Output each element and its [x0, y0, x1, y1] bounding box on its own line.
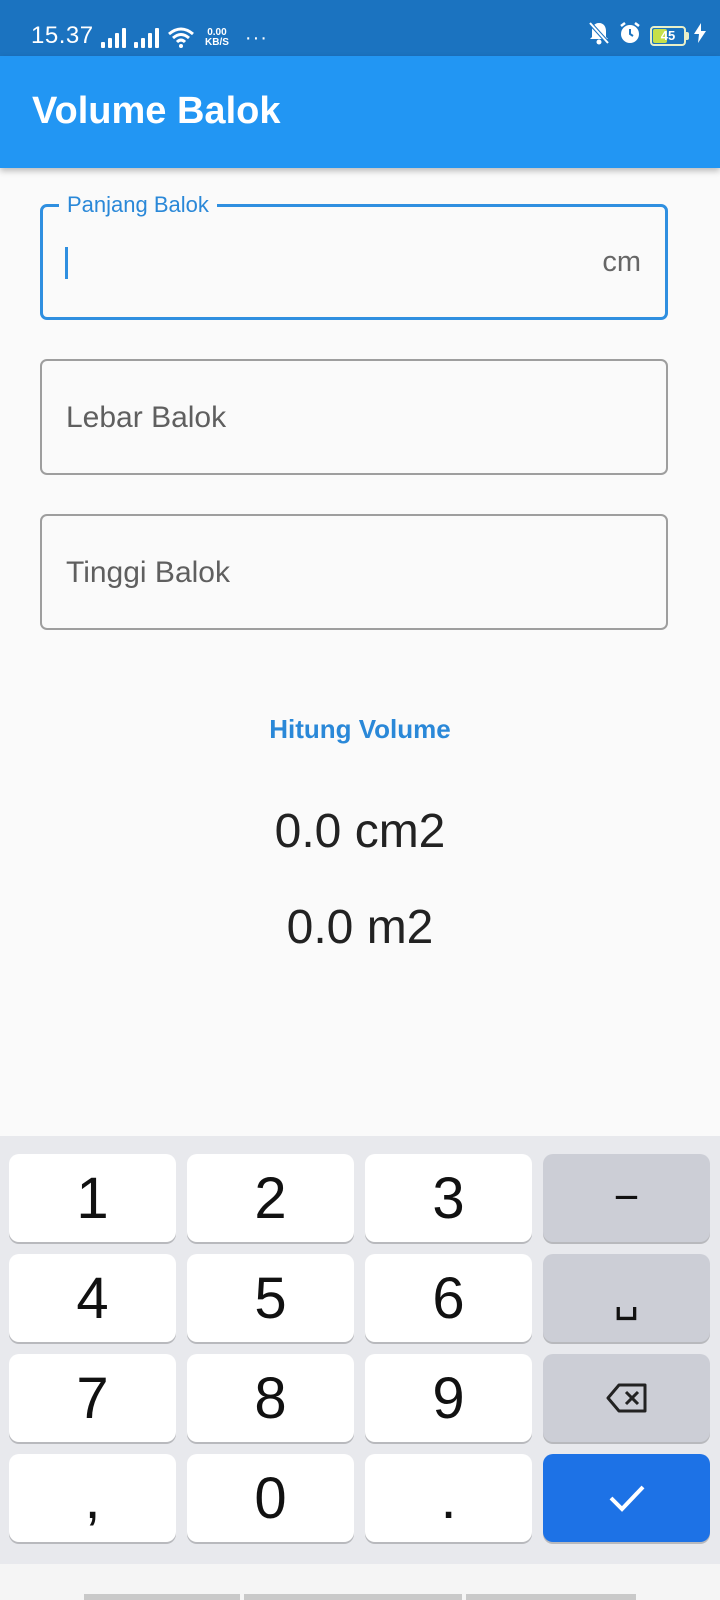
- key-comma[interactable]: ,: [9, 1454, 176, 1542]
- tinggi-balok-placeholder: Tinggi Balok: [66, 556, 230, 589]
- battery-level: 45: [660, 27, 676, 43]
- panjang-balok-field[interactable]: Panjang Balok cm: [40, 192, 668, 320]
- net-speed: 0.00 KB/S: [205, 28, 229, 48]
- panjang-balok-label: Panjang Balok: [59, 192, 217, 218]
- key-0[interactable]: 0: [187, 1454, 354, 1542]
- status-time: 15.37: [31, 22, 94, 49]
- key-9[interactable]: 9: [365, 1354, 532, 1442]
- key-2[interactable]: 2: [187, 1154, 354, 1242]
- more-notifications-icon: ···: [244, 27, 268, 49]
- key-backspace[interactable]: [543, 1354, 710, 1442]
- panjang-unit-suffix: cm: [602, 246, 641, 278]
- nav-back-handle[interactable]: [84, 1594, 240, 1600]
- key-minus[interactable]: −: [543, 1154, 710, 1242]
- lebar-balok-field[interactable]: Lebar Balok: [40, 359, 668, 475]
- result-m: 0.0 m2: [286, 901, 434, 954]
- nav-home-handle[interactable]: [244, 1594, 462, 1600]
- key-period[interactable]: .: [365, 1454, 532, 1542]
- page-title: Volume Balok: [32, 90, 281, 132]
- text-cursor: [65, 247, 68, 279]
- key-5[interactable]: 5: [187, 1254, 354, 1342]
- hitung-volume-button[interactable]: Hitung Volume: [0, 714, 720, 745]
- key-6[interactable]: 6: [365, 1254, 532, 1342]
- app-bar: Volume Balok: [0, 56, 720, 168]
- mute-bell-icon: [588, 21, 610, 50]
- charging-icon: [694, 23, 706, 48]
- key-7[interactable]: 7: [9, 1354, 176, 1442]
- battery-icon: 45: [650, 25, 689, 46]
- status-right-icons: 45: [588, 21, 706, 50]
- key-3[interactable]: 3: [365, 1154, 532, 1242]
- navigation-bar: [0, 1564, 720, 1600]
- result-cm: 0.0 cm2: [274, 805, 446, 858]
- status-left-icons: 0.00 KB/S ···: [101, 22, 268, 48]
- key-1[interactable]: 1: [9, 1154, 176, 1242]
- key-done[interactable]: [543, 1454, 710, 1542]
- alarm-icon: [618, 21, 642, 50]
- nav-recent-handle[interactable]: [466, 1594, 636, 1600]
- signal-icon-2: [134, 26, 159, 48]
- backspace-icon: [606, 1383, 646, 1413]
- net-speed-unit: KB/S: [205, 37, 229, 48]
- key-4[interactable]: 4: [9, 1254, 176, 1342]
- signal-icon: [101, 26, 126, 48]
- numeric-keyboard: 1 2 3 − 4 5 6 ␣ 7 8 9 , 0 .: [0, 1136, 720, 1564]
- status-bar: 15.37 0.00 KB/S ··· 45: [0, 0, 720, 56]
- key-space[interactable]: ␣: [543, 1254, 710, 1342]
- check-icon: [609, 1485, 644, 1512]
- panjang-balok-input[interactable]: [73, 237, 557, 289]
- tinggi-balok-field[interactable]: Tinggi Balok: [40, 514, 668, 630]
- key-8[interactable]: 8: [187, 1354, 354, 1442]
- lebar-balok-placeholder: Lebar Balok: [66, 401, 227, 434]
- wifi-icon: [167, 26, 195, 48]
